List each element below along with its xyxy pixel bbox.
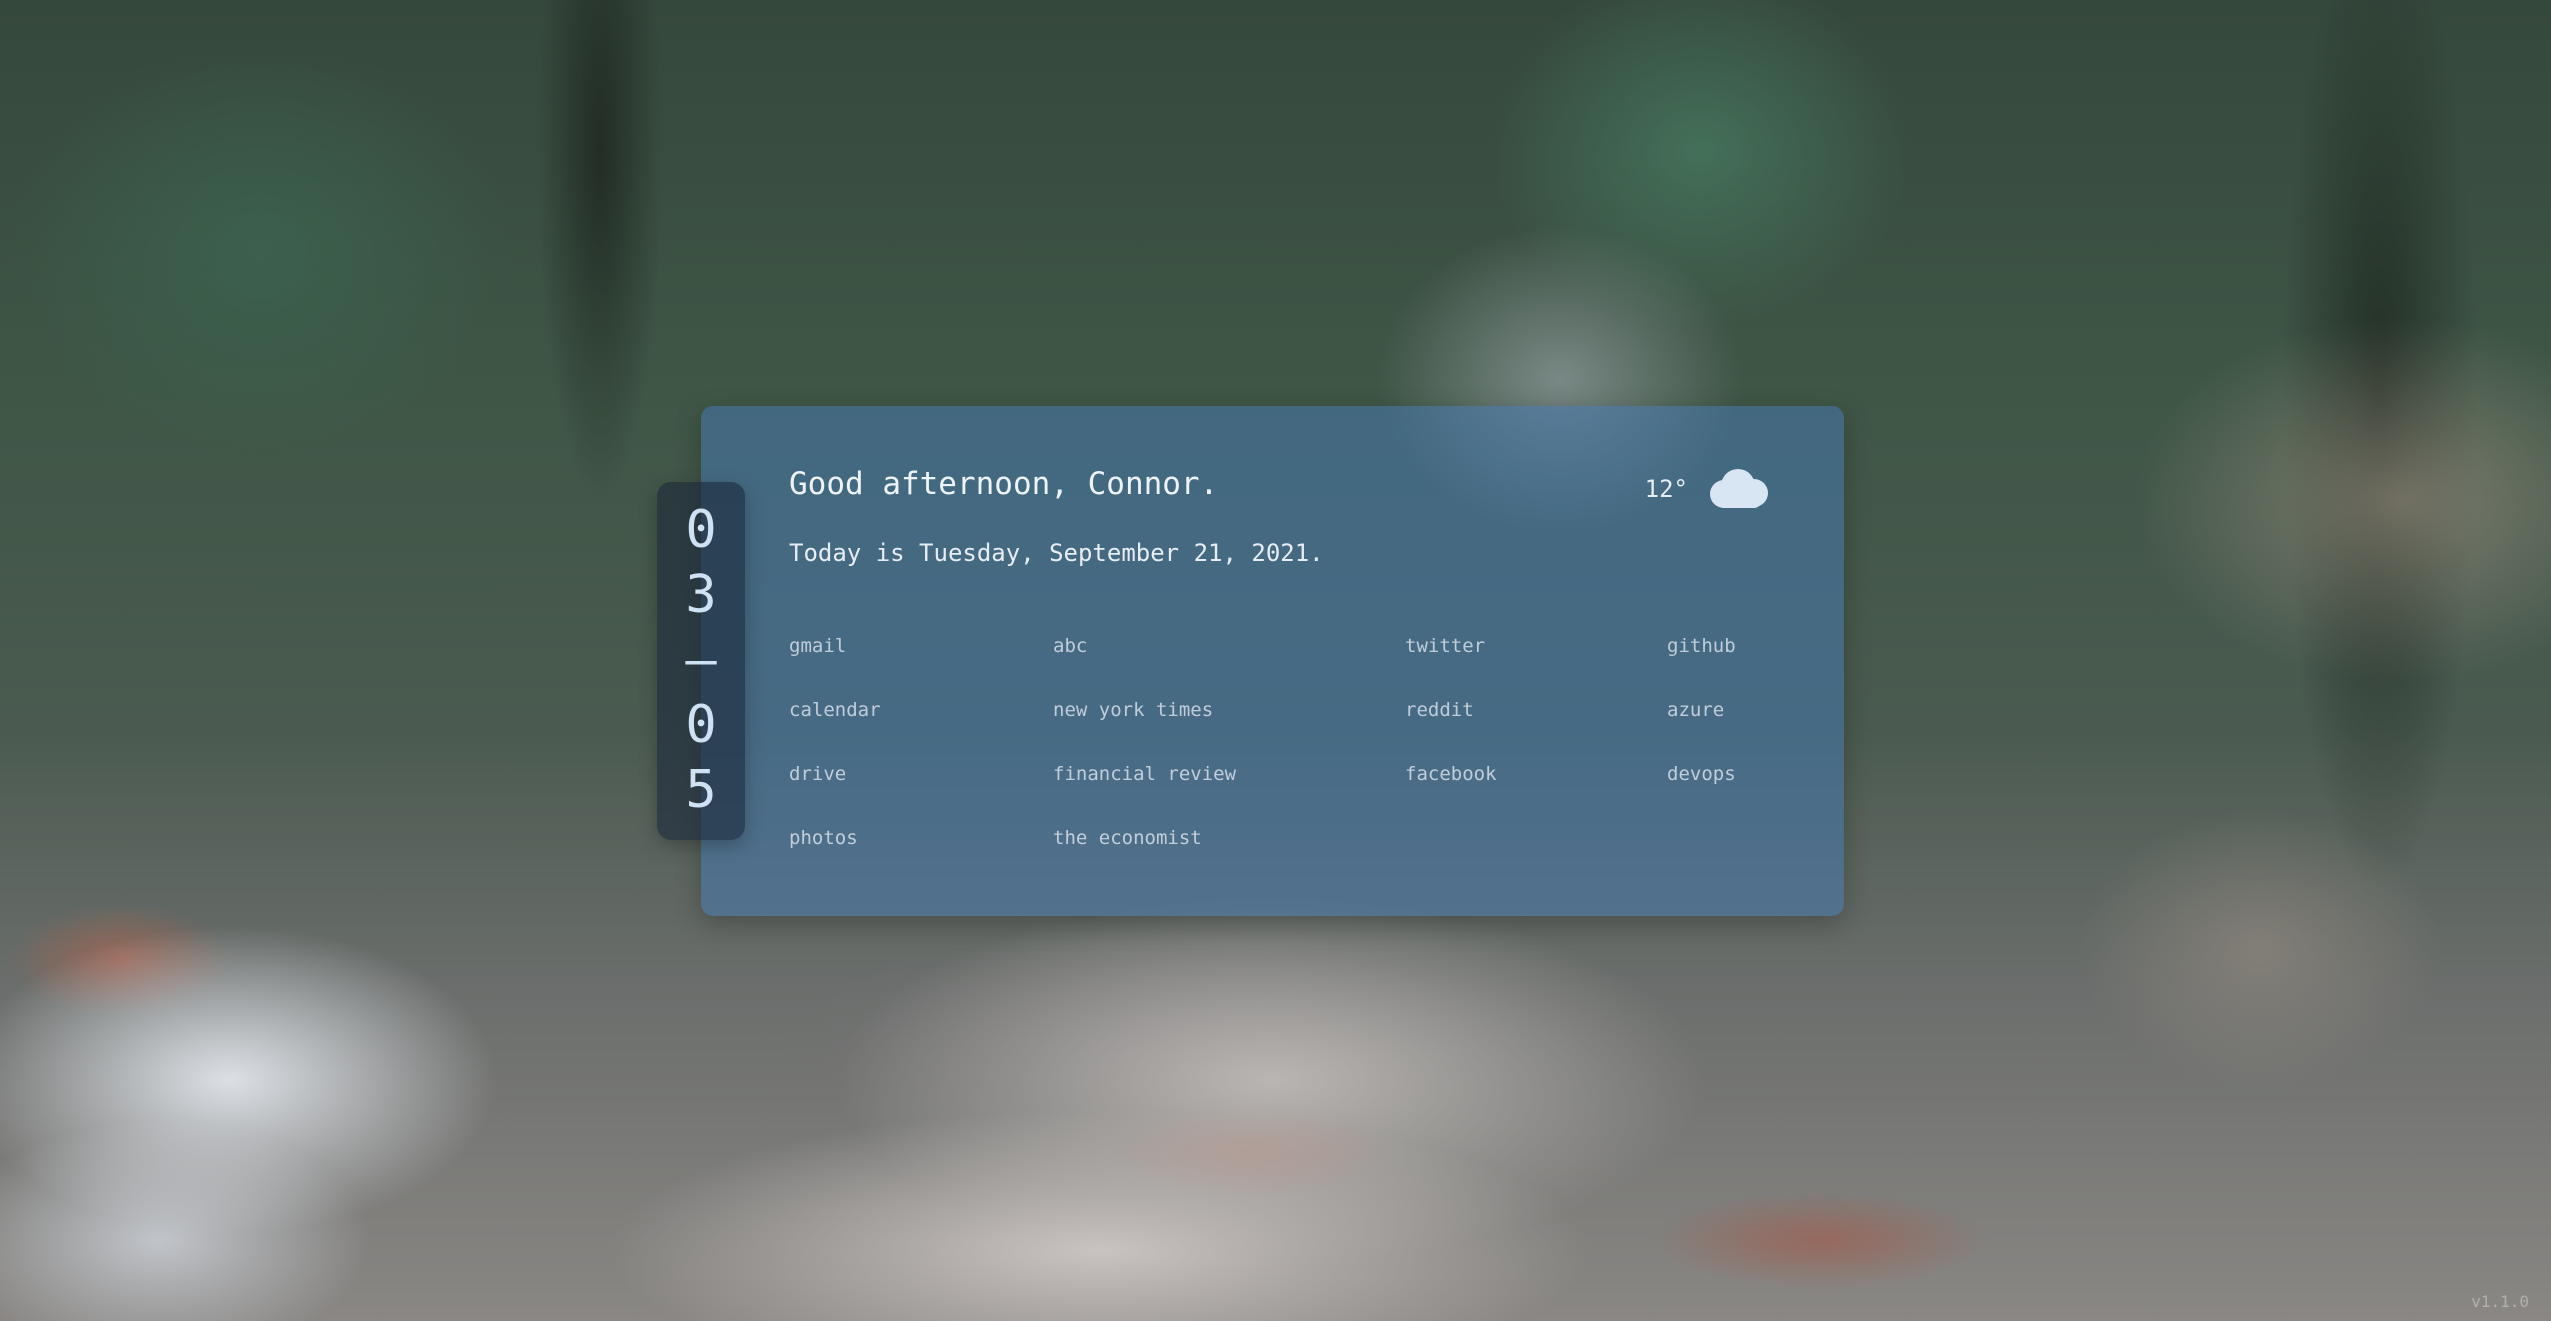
link-github[interactable]: github (1667, 634, 1736, 698)
weather-widget: 12° (1645, 466, 1772, 512)
link-gmail[interactable]: gmail (789, 634, 881, 698)
link-twitter[interactable]: twitter (1405, 634, 1497, 698)
links-column-4: github azure devops (1667, 634, 1736, 826)
links-column-2: abc new york times financial review the … (1053, 634, 1236, 890)
link-devops[interactable]: devops (1667, 762, 1736, 826)
clock-separator: – (685, 630, 717, 690)
cloud-icon (1710, 469, 1768, 508)
link-photos[interactable]: photos (789, 826, 881, 890)
clock-minute-ones: 5 (685, 760, 717, 820)
link-calendar[interactable]: calendar (789, 698, 881, 762)
links-column-1: gmail calendar drive photos (789, 634, 881, 890)
links-column-3: twitter reddit facebook (1405, 634, 1497, 826)
link-the-economist[interactable]: the economist (1053, 826, 1236, 890)
version-label: v1.1.0 (2471, 1292, 2529, 1311)
link-azure[interactable]: azure (1667, 698, 1736, 762)
greeting: Good afternoon, Connor. (789, 466, 1219, 502)
clock-minute-tens: 0 (685, 695, 717, 755)
link-drive[interactable]: drive (789, 762, 881, 826)
link-facebook[interactable]: facebook (1405, 762, 1497, 826)
date-line: Today is Tuesday, September 21, 2021. (789, 539, 1324, 567)
clock: 0 3 – 0 5 (657, 482, 745, 840)
link-new-york-times[interactable]: new york times (1053, 698, 1236, 762)
temperature: 12° (1644, 475, 1688, 503)
clock-hour-tens: 0 (685, 500, 717, 560)
link-abc[interactable]: abc (1053, 634, 1236, 698)
link-reddit[interactable]: reddit (1405, 698, 1497, 762)
start-card: Good afternoon, Connor. Today is Tuesday… (701, 406, 1844, 916)
clock-hour-ones: 3 (685, 565, 717, 625)
link-financial-review[interactable]: financial review (1053, 762, 1236, 826)
